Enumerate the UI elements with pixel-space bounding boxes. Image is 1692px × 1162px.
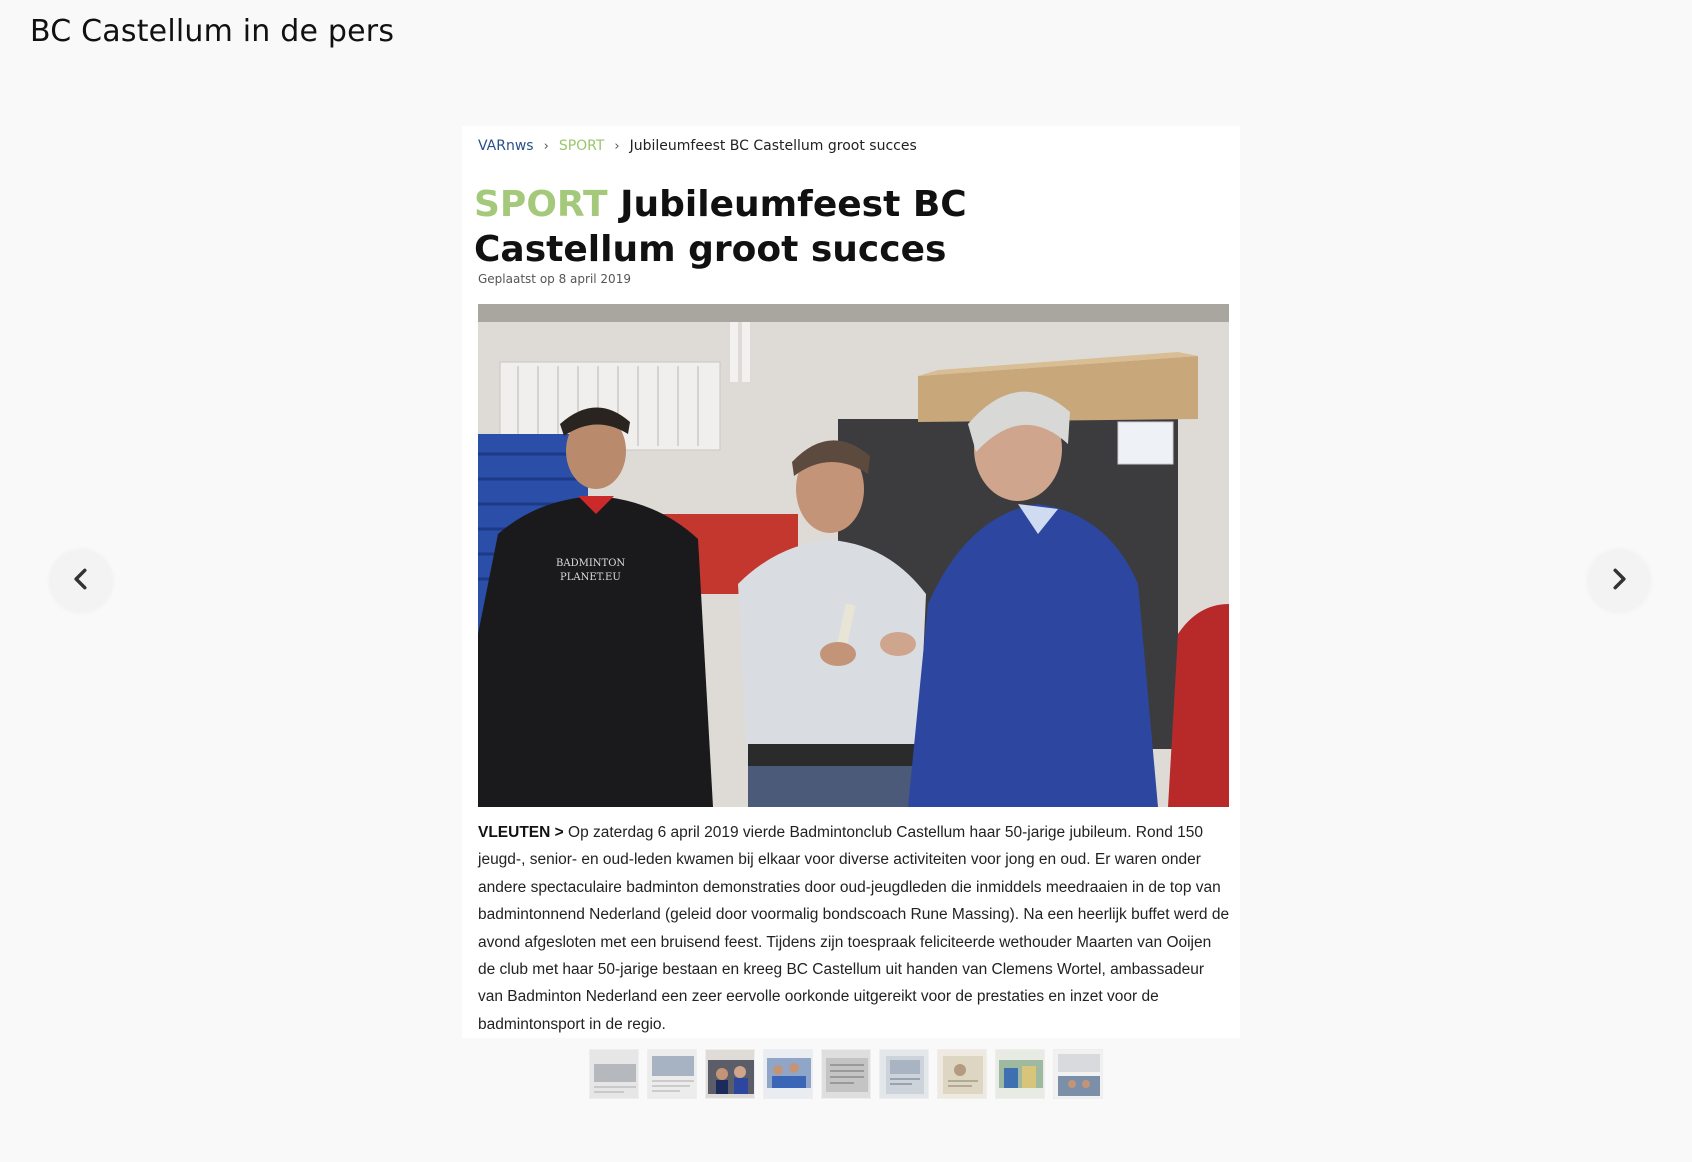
breadcrumb-current: Jubileumfeest BC Castellum groot succes [629,138,917,154]
thumbnail[interactable] [1053,1049,1103,1099]
thumbnail[interactable] [647,1049,697,1099]
previous-slide-button[interactable] [50,550,112,612]
thumbnail[interactable] [589,1049,639,1099]
article-body: VLEUTEN > Op zaterdag 6 april 2019 vierd… [478,819,1230,1038]
article-photo: BADMINTON PLANET.EU [478,304,1229,807]
thumbnail[interactable] [879,1049,929,1099]
thumbnail-strip [589,1049,1103,1099]
article-headline: SPORT Jubileumfeest BC Castellum groot s… [474,182,1174,272]
slide-image: VARnws › SPORT › Jubileumfeest BC Castel… [462,126,1240,1038]
breadcrumb: VARnws › SPORT › Jubileumfeest BC Castel… [478,138,917,154]
thumbnail[interactable] [821,1049,871,1099]
breadcrumb-home: VARnws [478,138,534,154]
thumbnail[interactable] [705,1049,755,1099]
breadcrumb-separator: › [543,138,549,154]
chevron-left-icon [68,566,94,596]
headline-kicker: SPORT [474,184,608,225]
svg-text:BADMINTON: BADMINTON [556,558,625,569]
breadcrumb-separator: › [614,138,620,154]
thumbnail[interactable] [995,1049,1045,1099]
article-dateline: VLEUTEN > [478,824,564,841]
posted-date: Geplaatst op 8 april 2019 [478,272,631,286]
thumbnail[interactable] [937,1049,987,1099]
article-body-text: Op zaterdag 6 april 2019 vierde Badminto… [478,824,1230,1033]
svg-text:PLANET.EU: PLANET.EU [560,572,621,583]
thumbnail[interactable] [763,1049,813,1099]
chevron-right-icon [1606,566,1632,596]
breadcrumb-section: SPORT [558,138,605,154]
next-slide-button[interactable] [1588,550,1650,612]
page-title: BC Castellum in de pers [30,14,395,49]
